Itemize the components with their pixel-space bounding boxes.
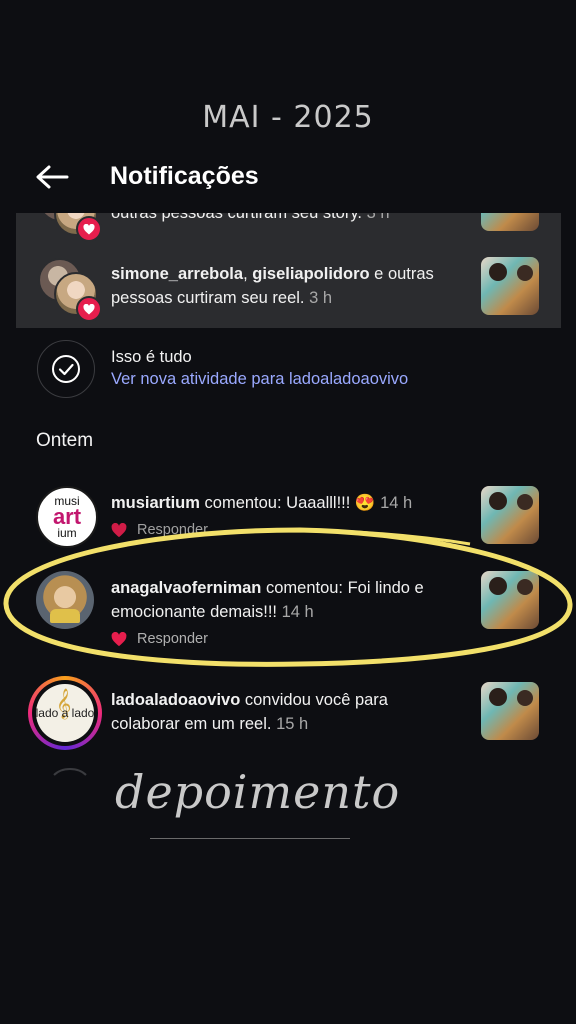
back-arrow-icon bbox=[36, 165, 69, 189]
username[interactable]: simone_arrebola bbox=[111, 265, 243, 283]
new-notifications-panel: outras pessoas curtiram seu story. 3 h s… bbox=[16, 213, 561, 328]
notification-row-collab-invite[interactable]: 𝄞 lado a lado ladoaladoaovivo convidou v… bbox=[0, 672, 576, 752]
loading-spinner-icon bbox=[53, 768, 87, 776]
username[interactable]: giseliapolidoro bbox=[252, 265, 369, 283]
story-ring-avatar[interactable]: 𝄞 lado a lado bbox=[28, 676, 102, 750]
section-title-yesterday: Ontem bbox=[36, 430, 94, 451]
heart-badge-icon bbox=[76, 296, 102, 322]
avatar bbox=[38, 258, 102, 322]
signature-underline bbox=[150, 838, 350, 839]
reel-thumbnail[interactable] bbox=[481, 213, 539, 231]
view-new-activity-link[interactable]: Ver nova atividade para ladoaladoaovivo bbox=[111, 370, 408, 389]
page-title: Notificações bbox=[110, 162, 259, 190]
date-header: MAI - 2025 bbox=[202, 100, 374, 135]
notification-row-story-likes[interactable]: outras pessoas curtiram seu story. 3 h bbox=[16, 213, 561, 243]
avatar bbox=[38, 213, 102, 242]
notification-text: ladoaladoaovivo convidou você para colab… bbox=[111, 691, 388, 733]
brand-logo: 𝄞 lado a lado bbox=[36, 684, 94, 742]
top-bar: Notificações bbox=[0, 150, 576, 206]
username[interactable]: musiartium bbox=[111, 494, 200, 512]
signature-text: depoimento bbox=[115, 765, 401, 819]
reel-thumbnail[interactable] bbox=[481, 682, 539, 740]
highlight-circle-annotation bbox=[3, 527, 573, 667]
notification-row-reel-likes[interactable]: simone_arrebola, giseliapolidoro e outra… bbox=[16, 253, 561, 323]
reel-thumbnail[interactable] bbox=[481, 257, 539, 315]
heart-badge-icon bbox=[76, 216, 102, 242]
caught-up-title: Isso é tudo bbox=[111, 348, 192, 366]
notification-text: simone_arrebola, giseliapolidoro e outra… bbox=[111, 265, 434, 307]
notification-text: outras pessoas curtiram seu story. 3 h bbox=[111, 213, 390, 222]
all-caught-up-icon bbox=[37, 340, 95, 398]
username[interactable]: ladoaladoaovivo bbox=[111, 691, 240, 709]
notification-text: musiartium comentou: Uaaalll!!! 😍 14 h bbox=[111, 494, 413, 512]
back-button[interactable] bbox=[34, 162, 70, 192]
